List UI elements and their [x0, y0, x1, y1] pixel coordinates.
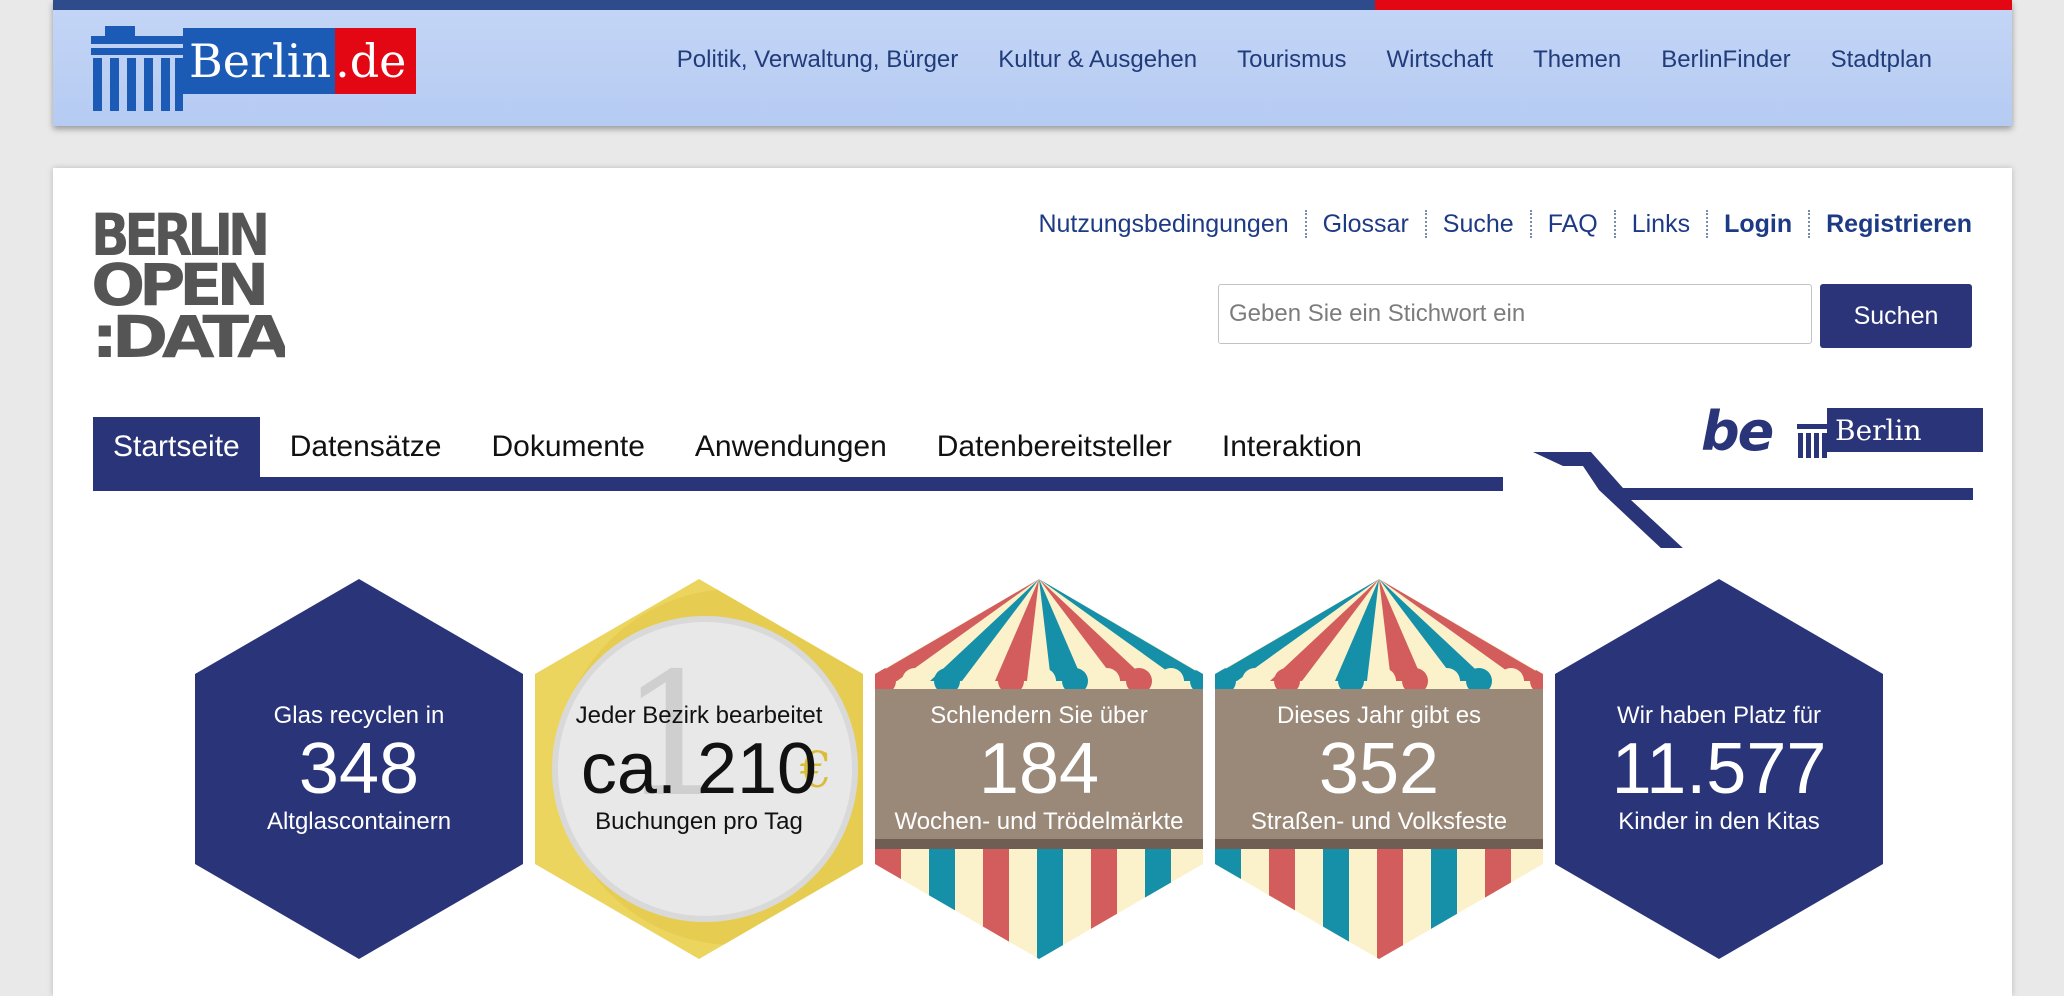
berlin-open-data-logo[interactable]: BERLIN OPEN :DATA: [93, 207, 285, 359]
tile-maerkte-line1: Schlendern Sie über: [930, 702, 1148, 729]
link-registrieren[interactable]: Registrieren: [1808, 210, 1972, 238]
tab-startseite[interactable]: Startseite: [93, 417, 260, 477]
be-berlin-word: Berlin: [1835, 414, 1922, 447]
tab-interaktion[interactable]: Interaktion: [1202, 417, 1392, 477]
link-nutzungsbedingungen[interactable]: Nutzungsbedingungen: [1022, 210, 1304, 238]
search-button[interactable]: Suchen: [1820, 284, 1972, 348]
link-faq[interactable]: FAQ: [1529, 210, 1614, 238]
hexagon-tile-altglas[interactable]: Glas recyclen in 348 Altglascontainern: [195, 579, 523, 959]
hexagon-tile-buchungen[interactable]: 1 € Jeder Bezirk bearbeitet ca. 210 Buch…: [535, 579, 863, 959]
nav-kultur[interactable]: Kultur & Ausgehen: [998, 46, 1197, 74]
tab-anwendungen[interactable]: Anwendungen: [675, 417, 917, 477]
tile-volksfeste-line2: Straßen- und Volksfeste: [1250, 808, 1508, 835]
hexagon-tile-maerkte[interactable]: Schlendern Sie über 184 Wochen- und Tröd…: [875, 579, 1203, 959]
brandenburg-gate-icon: [91, 26, 183, 111]
main-tabs: Startseite Datensätze Dokumente Anwendun…: [93, 417, 1392, 477]
tile-buchungen-line1: Jeder Bezirk bearbeitet: [575, 702, 823, 729]
tile-volksfeste-line1: Dieses Jahr gibt es: [1276, 702, 1482, 729]
link-glossar[interactable]: Glossar: [1304, 210, 1425, 238]
be-berlin-be-text: be: [1701, 400, 1774, 463]
link-login[interactable]: Login: [1706, 210, 1808, 238]
tab-datensaetze[interactable]: Datensätze: [270, 417, 472, 477]
nav-stadtplan[interactable]: Stadtplan: [1831, 46, 1932, 74]
berlin-de-logo[interactable]: Berlin .de: [91, 26, 421, 111]
hexagon-tile-kitas[interactable]: Wir haben Platz für 11.577 Kinder in den…: [1555, 579, 1883, 959]
tab-datenbereitsteller[interactable]: Datenbereitsteller: [917, 417, 1202, 477]
tile-maerkte-line2: Wochen- und Trödelmärkte: [894, 808, 1184, 835]
svg-text::DATA: :DATA: [93, 303, 285, 359]
logo-word-berlin: Berlin: [189, 34, 332, 88]
be-berlin-logo: be Berlin: [1701, 400, 1983, 463]
tile-volksfeste-number: 352: [1318, 729, 1440, 809]
logo-word-de: .de: [335, 28, 417, 94]
search-bar: Suchen: [1218, 284, 1972, 348]
hexagon-tiles: Glas recyclen in 348 Altglascontainern 1…: [195, 579, 1883, 959]
tile-altglas-line2: Altglascontainern: [266, 808, 452, 835]
nav-wirtschaft[interactable]: Wirtschaft: [1386, 46, 1493, 74]
nav-tourismus[interactable]: Tourismus: [1237, 46, 1346, 74]
header-stripe-blue: [53, 0, 1375, 10]
tab-underline: [93, 477, 1503, 491]
search-input[interactable]: [1218, 284, 1812, 344]
nav-politik[interactable]: Politik, Verwaltung, Bürger: [677, 46, 958, 74]
link-links[interactable]: Links: [1613, 210, 1706, 238]
tile-kitas-line2: Kinder in den Kitas: [1618, 808, 1820, 835]
header-stripe-red: [1375, 0, 2012, 10]
nav-berlinfinder[interactable]: BerlinFinder: [1661, 46, 1790, 74]
tile-maerkte-number: 184: [978, 729, 1100, 809]
hexagon-tile-volksfeste[interactable]: Dieses Jahr gibt es 352 Straßen- und Vol…: [1215, 579, 1543, 959]
berlin-de-nav: Politik, Verwaltung, Bürger Kultur & Aus…: [677, 46, 1932, 74]
tile-buchungen-line2: Buchungen pro Tag: [595, 808, 803, 835]
tile-buchungen-number: ca. 210: [580, 729, 818, 809]
tile-altglas-line1: Glas recyclen in: [273, 702, 445, 729]
utility-nav: Nutzungsbedingungen Glossar Suche FAQ Li…: [1022, 210, 1972, 238]
link-suche[interactable]: Suche: [1424, 210, 1530, 238]
tile-altglas-number: 348: [298, 729, 420, 809]
tile-kitas-line1: Wir haben Platz für: [1616, 702, 1822, 729]
nav-themen[interactable]: Themen: [1533, 46, 1621, 74]
berlin-de-header: Berlin .de Politik, Verwaltung, Bürger K…: [53, 0, 2012, 126]
open-data-panel: BERLIN OPEN :DATA Nutzungsbedingungen Gl…: [53, 168, 2012, 996]
tile-kitas-number: 11.577: [1611, 729, 1827, 809]
tab-dokumente[interactable]: Dokumente: [472, 417, 675, 477]
